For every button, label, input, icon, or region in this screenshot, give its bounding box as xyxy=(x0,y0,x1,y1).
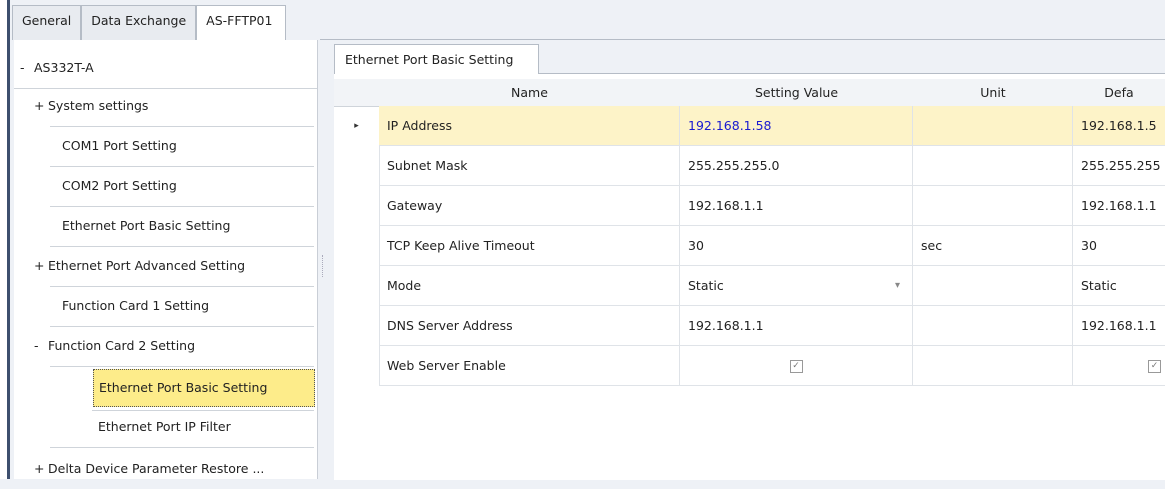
cell-unit: sec xyxy=(913,226,1073,266)
window-edge-dark xyxy=(7,0,10,479)
cell-setting-value-checkbox: ✓ xyxy=(680,346,913,386)
tree-item-card2-ethernet-port-basic-setting[interactable]: Ethernet Port Basic Setting xyxy=(93,369,315,407)
tree-item-function-card-2-setting[interactable]: - Function Card 2 Setting xyxy=(14,326,317,366)
cell-unit xyxy=(913,266,1073,306)
tree-item-ethernet-port-advanced-setting[interactable]: + Ethernet Port Advanced Setting xyxy=(14,246,317,286)
table-row[interactable]: Web Server Enable ✓ ✓ xyxy=(334,346,1165,386)
cell-setting-value[interactable]: 192.168.1.1 xyxy=(680,306,913,346)
grid-header-indicator xyxy=(334,79,380,107)
cell-name[interactable]: DNS Server Address xyxy=(379,306,680,346)
tree-item-label: Function Card 2 Setting xyxy=(48,338,196,353)
cell-name[interactable]: Subnet Mask xyxy=(379,146,680,186)
tree-item-label: Ethernet Port Basic Setting xyxy=(99,380,268,395)
tab-general[interactable]: General xyxy=(12,5,82,40)
splitter-grip[interactable] xyxy=(322,255,325,277)
cell-setting-value[interactable]: 192.168.1.58 xyxy=(680,106,913,146)
column-header-default[interactable]: Defa xyxy=(1073,79,1165,107)
cell-default: 192.168.1.5 xyxy=(1073,106,1165,146)
default-checkbox: ✓ xyxy=(1148,360,1161,373)
row-selected-indicator-icon: ▸ xyxy=(334,106,380,146)
cell-name[interactable]: IP Address xyxy=(379,106,680,146)
cell-name[interactable]: TCP Keep Alive Timeout xyxy=(379,226,680,266)
row-indicator xyxy=(334,346,380,386)
cell-setting-value[interactable]: 30 xyxy=(680,226,913,266)
tree-item-com2-port-setting[interactable]: COM2 Port Setting xyxy=(14,166,317,206)
row-indicator xyxy=(334,146,380,186)
cell-unit xyxy=(913,186,1073,226)
tree-item-label: AS332T-A xyxy=(34,60,94,75)
row-indicator xyxy=(334,226,380,266)
tree-item-ethernet-port-ip-filter[interactable]: Ethernet Port IP Filter xyxy=(14,407,317,447)
cell-default: 192.168.1.1 xyxy=(1073,306,1165,346)
expand-icon[interactable]: + xyxy=(34,86,44,126)
divider xyxy=(50,447,314,448)
cell-unit xyxy=(913,146,1073,186)
tab-data-exchange[interactable]: Data Exchange xyxy=(81,5,197,40)
cell-name[interactable]: Gateway xyxy=(379,186,680,226)
cell-unit xyxy=(913,306,1073,346)
tree-item-system-settings[interactable]: + System settings xyxy=(14,86,317,126)
cell-name[interactable]: Mode xyxy=(379,266,680,306)
tree-item-label: Ethernet Port IP Filter xyxy=(98,419,231,434)
row-indicator xyxy=(334,186,380,226)
tab-ethernet-port-basic-setting[interactable]: Ethernet Port Basic Setting xyxy=(334,44,539,74)
table-row[interactable]: Subnet Mask 255.255.255.0 255.255.255 xyxy=(334,146,1165,186)
column-header-name[interactable]: Name xyxy=(379,79,681,107)
collapse-icon[interactable]: - xyxy=(20,48,25,88)
expand-icon[interactable]: + xyxy=(34,246,44,286)
tree-item-label: Ethernet Port Advanced Setting xyxy=(48,258,246,273)
expand-icon[interactable]: + xyxy=(34,449,44,489)
cell-setting-value[interactable]: 192.168.1.1 xyxy=(680,186,913,226)
web-server-enable-checkbox[interactable]: ✓ xyxy=(789,360,803,373)
cell-unit xyxy=(913,346,1073,386)
tab-as-fftp01[interactable]: AS-FFTP01 xyxy=(196,5,287,40)
tree-item-ethernet-port-basic-setting[interactable]: Ethernet Port Basic Setting xyxy=(14,206,317,246)
column-header-unit[interactable]: Unit xyxy=(913,79,1074,107)
tree-item-label: Ethernet Port Basic Setting xyxy=(62,218,231,233)
cell-name[interactable]: Web Server Enable xyxy=(379,346,680,386)
tab-underline xyxy=(320,39,1165,40)
settings-tree: - AS332T-A + System settings COM1 Port S… xyxy=(14,40,318,479)
tree-item-label: COM2 Port Setting xyxy=(62,178,177,193)
table-row[interactable]: DNS Server Address 192.168.1.1 192.168.1… xyxy=(334,306,1165,346)
column-header-setting-value[interactable]: Setting Value xyxy=(680,79,914,107)
row-indicator xyxy=(334,306,380,346)
tree-item-delta-device-parameter-restore[interactable]: + Delta Device Parameter Restore ... xyxy=(14,449,317,489)
dropdown-value: Static xyxy=(688,278,724,293)
tree-item-label: COM1 Port Setting xyxy=(62,138,177,153)
divider xyxy=(50,366,314,367)
cell-setting-value[interactable]: 255.255.255.0 xyxy=(680,146,913,186)
tree-item-label: Function Card 1 Setting xyxy=(62,298,210,313)
cell-default: Static xyxy=(1073,266,1165,306)
tree-item-label: System settings xyxy=(48,98,149,113)
cell-default-checkbox: ✓ xyxy=(1073,346,1165,386)
table-row[interactable]: TCP Keep Alive Timeout 30 sec 30 xyxy=(334,226,1165,266)
collapse-icon[interactable]: - xyxy=(34,326,39,366)
chevron-down-icon[interactable]: ▾ xyxy=(895,266,900,305)
top-tab-bar: General Data Exchange AS-FFTP01 xyxy=(12,5,287,40)
cell-default: 255.255.255 xyxy=(1073,146,1165,186)
table-row[interactable]: Gateway 192.168.1.1 192.168.1.1 xyxy=(334,186,1165,226)
table-row[interactable]: ▸ IP Address 192.168.1.58 192.168.1.5 xyxy=(334,106,1165,146)
cell-unit xyxy=(913,106,1073,146)
cell-setting-value-dropdown[interactable]: Static ▾ xyxy=(680,266,913,306)
table-row[interactable]: Mode Static ▾ Static xyxy=(334,266,1165,306)
tree-item-label: Delta Device Parameter Restore ... xyxy=(48,461,265,476)
cell-default: 192.168.1.1 xyxy=(1073,186,1165,226)
tree-item-function-card-1-setting[interactable]: Function Card 1 Setting xyxy=(14,286,317,326)
tree-item-as332t-a[interactable]: - AS332T-A xyxy=(14,48,317,88)
window-edge xyxy=(0,0,7,479)
cell-default: 30 xyxy=(1073,226,1165,266)
tree-item-com1-port-setting[interactable]: COM1 Port Setting xyxy=(14,126,317,166)
row-indicator xyxy=(334,266,380,306)
